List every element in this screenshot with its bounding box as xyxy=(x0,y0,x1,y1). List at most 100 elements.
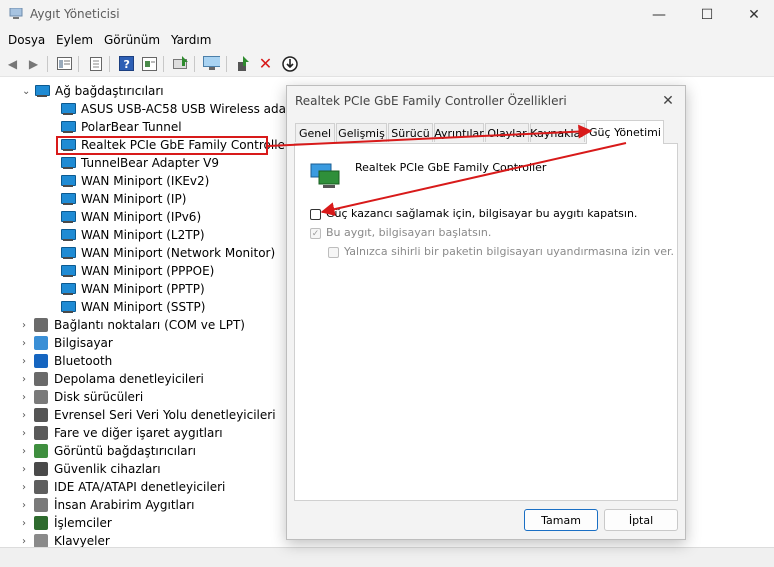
power-save-label[interactable]: Güç kazancı sağlamak için, bilgisayar bu… xyxy=(326,207,637,220)
network-adapter-icon xyxy=(60,156,76,170)
tree-group-network-adapters[interactable]: ⌄ Ağ bağdaştırıcıları xyxy=(22,82,164,100)
tab-events[interactable]: Olaylar xyxy=(485,123,529,142)
chevron-right-icon[interactable]: › xyxy=(22,356,34,367)
chevron-right-icon[interactable]: › xyxy=(22,464,34,475)
network-adapter-icon xyxy=(60,246,76,260)
tree-category[interactable]: › Bağlantı noktaları (COM ve LPT) xyxy=(22,316,245,334)
forward-arrow-icon[interactable]: ▶ xyxy=(25,55,42,72)
tree-item-adapter[interactable]: WAN Miniport (PPTP) xyxy=(60,280,205,298)
tab-resources[interactable]: Kaynaklar xyxy=(530,123,585,142)
back-arrow-icon[interactable]: ◀ xyxy=(4,55,21,72)
minimize-button[interactable]: — xyxy=(636,0,682,30)
tree-item-label: WAN Miniport (L2TP) xyxy=(81,228,205,242)
tab-advanced[interactable]: Gelişmiş xyxy=(336,123,387,142)
tree-item-label: WAN Miniport (SSTP) xyxy=(81,300,206,314)
window-title: Aygıt Yöneticisi xyxy=(30,7,120,21)
enable-device-icon[interactable] xyxy=(235,55,252,72)
tree-category-label: Disk sürücüleri xyxy=(54,390,144,404)
tree-item-adapter[interactable]: WAN Miniport (IPv6) xyxy=(60,208,201,226)
tab-driver[interactable]: Sürücü xyxy=(388,123,433,142)
port-icon xyxy=(34,318,48,332)
chevron-right-icon[interactable]: › xyxy=(22,518,34,529)
keyboard-icon xyxy=(34,534,48,547)
chevron-right-icon[interactable]: › xyxy=(22,446,34,457)
tab-details[interactable]: Ayrıntılar xyxy=(434,123,484,142)
tab-panel: Realtek PCIe GbE Family Controller Güç k… xyxy=(294,143,678,501)
chevron-right-icon[interactable]: › xyxy=(22,410,34,421)
chevron-right-icon[interactable]: › xyxy=(22,320,34,331)
tree-category[interactable]: › İşlemciler xyxy=(22,514,112,532)
chevron-right-icon[interactable]: › xyxy=(22,338,34,349)
ok-button[interactable]: Tamam xyxy=(524,509,598,531)
tree-category[interactable]: › Bilgisayar xyxy=(22,334,113,352)
close-button[interactable]: ✕ xyxy=(731,0,774,30)
chevron-down-icon[interactable]: ⌄ xyxy=(22,86,34,97)
menu-help[interactable]: Yardım xyxy=(171,33,211,47)
toolbar-separator xyxy=(226,56,227,72)
chevron-right-icon[interactable]: › xyxy=(22,374,34,385)
magic-packet-label: Yalnızca sihirli bir paketin bilgisayarı… xyxy=(344,245,674,258)
network-adapter-icon xyxy=(60,282,76,296)
scan-view-icon[interactable] xyxy=(141,55,158,72)
network-adapter-icon xyxy=(60,264,76,278)
tree-item-adapter[interactable]: WAN Miniport (IP) xyxy=(60,190,186,208)
tree-item-adapter[interactable]: WAN Miniport (L2TP) xyxy=(60,226,205,244)
tree-category-label: Güvenlik cihazları xyxy=(54,462,161,476)
menu-file[interactable]: Dosya xyxy=(8,33,45,47)
tree-category-label: İşlemciler xyxy=(54,516,112,530)
tree-category[interactable]: › Evrensel Seri Veri Yolu denetleyicileri xyxy=(22,406,276,424)
chevron-right-icon[interactable]: › xyxy=(22,392,34,403)
monitor-icon[interactable] xyxy=(203,55,220,72)
help-icon[interactable]: ? xyxy=(118,55,135,72)
tree-category[interactable]: › IDE ATA/ATAPI denetleyicileri xyxy=(22,478,225,496)
tree-category[interactable]: › Depolama denetleyicileri xyxy=(22,370,204,388)
tree-category[interactable]: › İnsan Arabirim Aygıtları xyxy=(22,496,195,514)
tree-item-label: PolarBear Tunnel xyxy=(81,120,182,134)
wake-label: Bu aygıt, bilgisayarı başlatsın. xyxy=(326,226,492,239)
highlight-box xyxy=(56,136,268,155)
tree-category-label: IDE ATA/ATAPI denetleyicileri xyxy=(54,480,226,494)
maximize-button[interactable]: ☐ xyxy=(684,0,730,30)
tree-item-label: WAN Miniport (Network Monitor) xyxy=(81,246,276,260)
toolbar-separator xyxy=(163,56,164,72)
tree-category-label: Bilgisayar xyxy=(54,336,113,350)
tab-power-management[interactable]: Güç Yönetimi xyxy=(586,120,664,144)
tree-category[interactable]: › Bluetooth xyxy=(22,352,112,370)
tab-general[interactable]: Genel xyxy=(295,123,335,142)
chevron-right-icon[interactable]: › xyxy=(22,536,34,547)
security-icon xyxy=(34,462,48,476)
power-save-checkbox[interactable] xyxy=(310,209,321,220)
tree-item-adapter[interactable]: ASUS USB-AC58 USB Wireless adapter xyxy=(60,100,311,118)
chevron-right-icon[interactable]: › xyxy=(22,500,34,511)
chevron-right-icon[interactable]: › xyxy=(22,428,34,439)
tree-category[interactable]: › Fare ve diğer işaret aygıtları xyxy=(22,424,223,442)
tree-item-adapter[interactable]: TunnelBear Adapter V9 xyxy=(60,154,219,172)
update-driver-icon[interactable] xyxy=(172,55,189,72)
cancel-button[interactable]: İptal xyxy=(604,509,678,531)
menu-view[interactable]: Görünüm xyxy=(104,33,160,47)
network-adapter-icon xyxy=(60,102,76,116)
tree-item-adapter[interactable]: WAN Miniport (SSTP) xyxy=(60,298,205,316)
tree-item-adapter[interactable]: WAN Miniport (PPPOE) xyxy=(60,262,214,280)
tree-category[interactable]: › Görüntü bağdaştırıcıları xyxy=(22,442,196,460)
dialog-close-button[interactable]: ✕ xyxy=(657,90,679,112)
tree-category[interactable]: › Güvenlik cihazları xyxy=(22,460,161,478)
tree-category-label: Evrensel Seri Veri Yolu denetleyicileri xyxy=(54,408,276,422)
tree-item-adapter[interactable]: PolarBear Tunnel xyxy=(60,118,182,136)
uninstall-x-icon[interactable]: ✕ xyxy=(257,54,274,73)
properties-icon[interactable] xyxy=(87,55,104,72)
menu-action[interactable]: Eylem xyxy=(56,33,93,47)
chevron-right-icon[interactable]: › xyxy=(22,482,34,493)
tree-item-adapter[interactable]: WAN Miniport (IKEv2) xyxy=(60,172,209,190)
device-list-icon[interactable] xyxy=(56,55,73,72)
status-bar xyxy=(0,547,774,567)
tree-category[interactable]: › Klavyeler xyxy=(22,532,110,547)
network-adapter-icon xyxy=(34,84,50,98)
tree-item-adapter[interactable]: WAN Miniport (Network Monitor) xyxy=(60,244,275,262)
magic-packet-checkbox xyxy=(328,247,339,258)
svg-text:?: ? xyxy=(124,58,130,71)
menu-bar: Dosya Eylem Görünüm Yardım xyxy=(0,30,774,52)
tree-category[interactable]: › Disk sürücüleri xyxy=(22,388,143,406)
computer-icon xyxy=(34,336,48,350)
download-circle-icon[interactable] xyxy=(281,55,298,72)
